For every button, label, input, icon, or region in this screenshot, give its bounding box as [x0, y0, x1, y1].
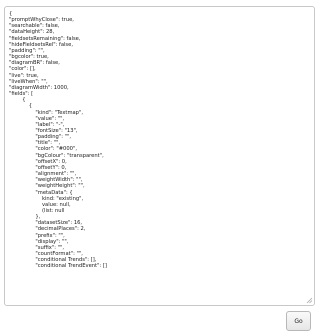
- app-window: { "promptWhyClose": true, "searchable": …: [0, 0, 321, 336]
- go-button[interactable]: Go: [286, 311, 311, 331]
- editor-text[interactable]: { "promptWhyClose": true, "searchable": …: [5, 7, 314, 270]
- resize-handle-icon[interactable]: [306, 297, 313, 304]
- json-editor-textarea[interactable]: { "promptWhyClose": true, "searchable": …: [4, 6, 315, 306]
